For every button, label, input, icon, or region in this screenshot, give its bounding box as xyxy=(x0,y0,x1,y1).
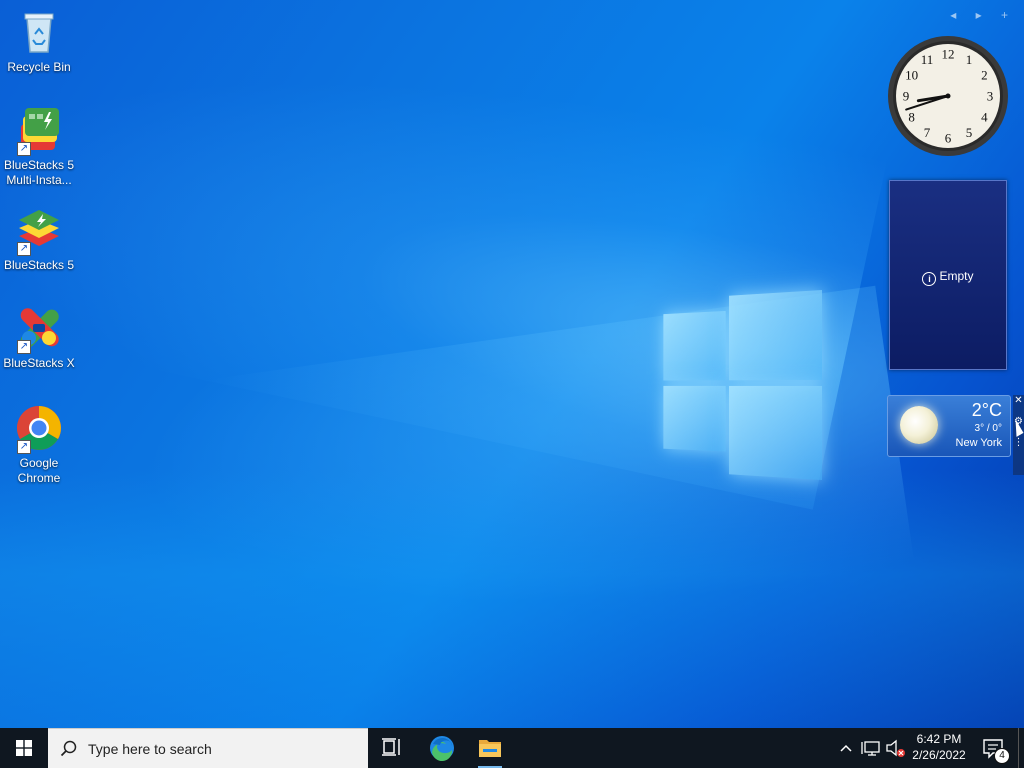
search-icon xyxy=(60,740,77,757)
recycle-bin-icon xyxy=(15,8,63,56)
task-view-button[interactable] xyxy=(368,728,416,768)
network-icon xyxy=(861,741,880,756)
moon-icon xyxy=(900,406,938,444)
shortcut-arrow-icon: ↗ xyxy=(17,440,31,454)
clock-numeral: 11 xyxy=(921,52,934,67)
taskbar-search-box[interactable]: Type here to search xyxy=(48,728,368,768)
clock-numeral: 4 xyxy=(981,110,988,125)
taskbar-time: 6:42 PM xyxy=(916,732,962,746)
desktop-icon-bluestacks-multi[interactable]: ↗ BlueStacks 5 Multi-Insta... xyxy=(1,106,77,188)
drag-handle-icon[interactable]: ⋮ xyxy=(1013,437,1024,448)
edge-taskbar-button[interactable] xyxy=(418,728,466,768)
clock-numeral: 12 xyxy=(942,47,955,62)
slideshow-empty-message: Empty xyxy=(939,269,974,283)
clock-numeral: 2 xyxy=(981,68,988,83)
volume-tray-button[interactable] xyxy=(884,728,908,768)
light-floor xyxy=(0,470,1024,728)
chevron-up-icon xyxy=(840,744,852,752)
clock-numeral: 1 xyxy=(966,52,973,67)
bluestacks-5-icon: ↗ xyxy=(15,206,63,256)
desktop-icon-bluestacks-x[interactable]: ↗ BlueStacks X xyxy=(1,304,77,371)
notification-count-badge: 4 xyxy=(994,748,1010,764)
weather-city: New York xyxy=(955,437,1002,449)
desktop-icon-label: Google Chrome xyxy=(17,456,61,485)
desktop-icon-google-chrome[interactable]: ↗ Google Chrome xyxy=(1,404,77,486)
taskbar-clock[interactable]: 6:42 PM 2/26/2022 xyxy=(906,728,972,768)
desktop-icon-label: BlueStacks 5 xyxy=(3,258,75,272)
clock-numeral: 10 xyxy=(905,68,918,83)
desktop-icon-label: BlueStacks 5 Multi-Insta... xyxy=(3,158,75,187)
gadget-navigation[interactable]: ◂ ▸ + xyxy=(950,8,1016,22)
slideshow-gadget[interactable]: i Empty xyxy=(889,180,1007,370)
desktop-icon-label: BlueStacks X xyxy=(3,356,75,370)
desktop[interactable]: Recycle Bin ↗ BlueStacks 5 Multi-Insta..… xyxy=(0,0,1024,728)
edge-icon xyxy=(430,736,454,762)
volume-muted-icon xyxy=(886,739,905,757)
search-placeholder: Type here to search xyxy=(88,741,212,757)
bluestacks-x-icon: ↗ xyxy=(15,304,63,354)
chrome-icon: ↗ xyxy=(15,404,63,454)
clock-numeral: 3 xyxy=(987,89,994,104)
bluestacks-multi-instance-icon: ↗ xyxy=(15,106,63,156)
weather-gadget[interactable]: 2°C 3° / 0° New York xyxy=(887,395,1011,457)
start-button[interactable] xyxy=(0,728,48,768)
clock-gadget[interactable]: 1 2 3 4 5 6 7 8 9 10 11 12 xyxy=(886,34,1010,158)
clock-numeral: 5 xyxy=(966,125,973,140)
desktop-icon-bluestacks-5[interactable]: ↗ BlueStacks 5 xyxy=(1,206,77,273)
task-view-icon xyxy=(382,738,400,756)
close-icon[interactable]: ✕ xyxy=(1013,395,1024,406)
taskbar-date: 2/26/2022 xyxy=(912,748,966,762)
clock-numeral: 8 xyxy=(908,110,915,125)
file-explorer-icon xyxy=(479,740,501,757)
weather-temperature: 2°C xyxy=(971,400,1002,420)
desktop-icon-recycle-bin[interactable]: Recycle Bin xyxy=(1,8,77,75)
desktop-icon-label: Recycle Bin xyxy=(7,60,71,74)
taskbar: Type here to search 6:42 PM 2/26/2022 4 xyxy=(0,728,1024,768)
network-tray-button[interactable] xyxy=(860,728,884,768)
windows-start-icon xyxy=(16,740,32,756)
clock-numeral: 9 xyxy=(903,89,910,104)
shortcut-arrow-icon: ↗ xyxy=(17,340,31,354)
windows-logo-wallpaper xyxy=(663,290,822,480)
shortcut-arrow-icon: ↗ xyxy=(17,242,31,256)
info-icon: i xyxy=(922,272,937,286)
show-desktop-button[interactable] xyxy=(1018,728,1024,768)
clock-numeral: 7 xyxy=(924,125,931,140)
shortcut-arrow-icon: ↗ xyxy=(17,142,31,156)
weather-range: 3° / 0° xyxy=(974,423,1002,434)
show-hidden-icons-button[interactable] xyxy=(836,728,856,768)
action-center-button[interactable]: 4 xyxy=(976,728,1012,768)
file-explorer-taskbar-button[interactable] xyxy=(466,728,514,768)
clock-numeral: 6 xyxy=(945,131,952,146)
